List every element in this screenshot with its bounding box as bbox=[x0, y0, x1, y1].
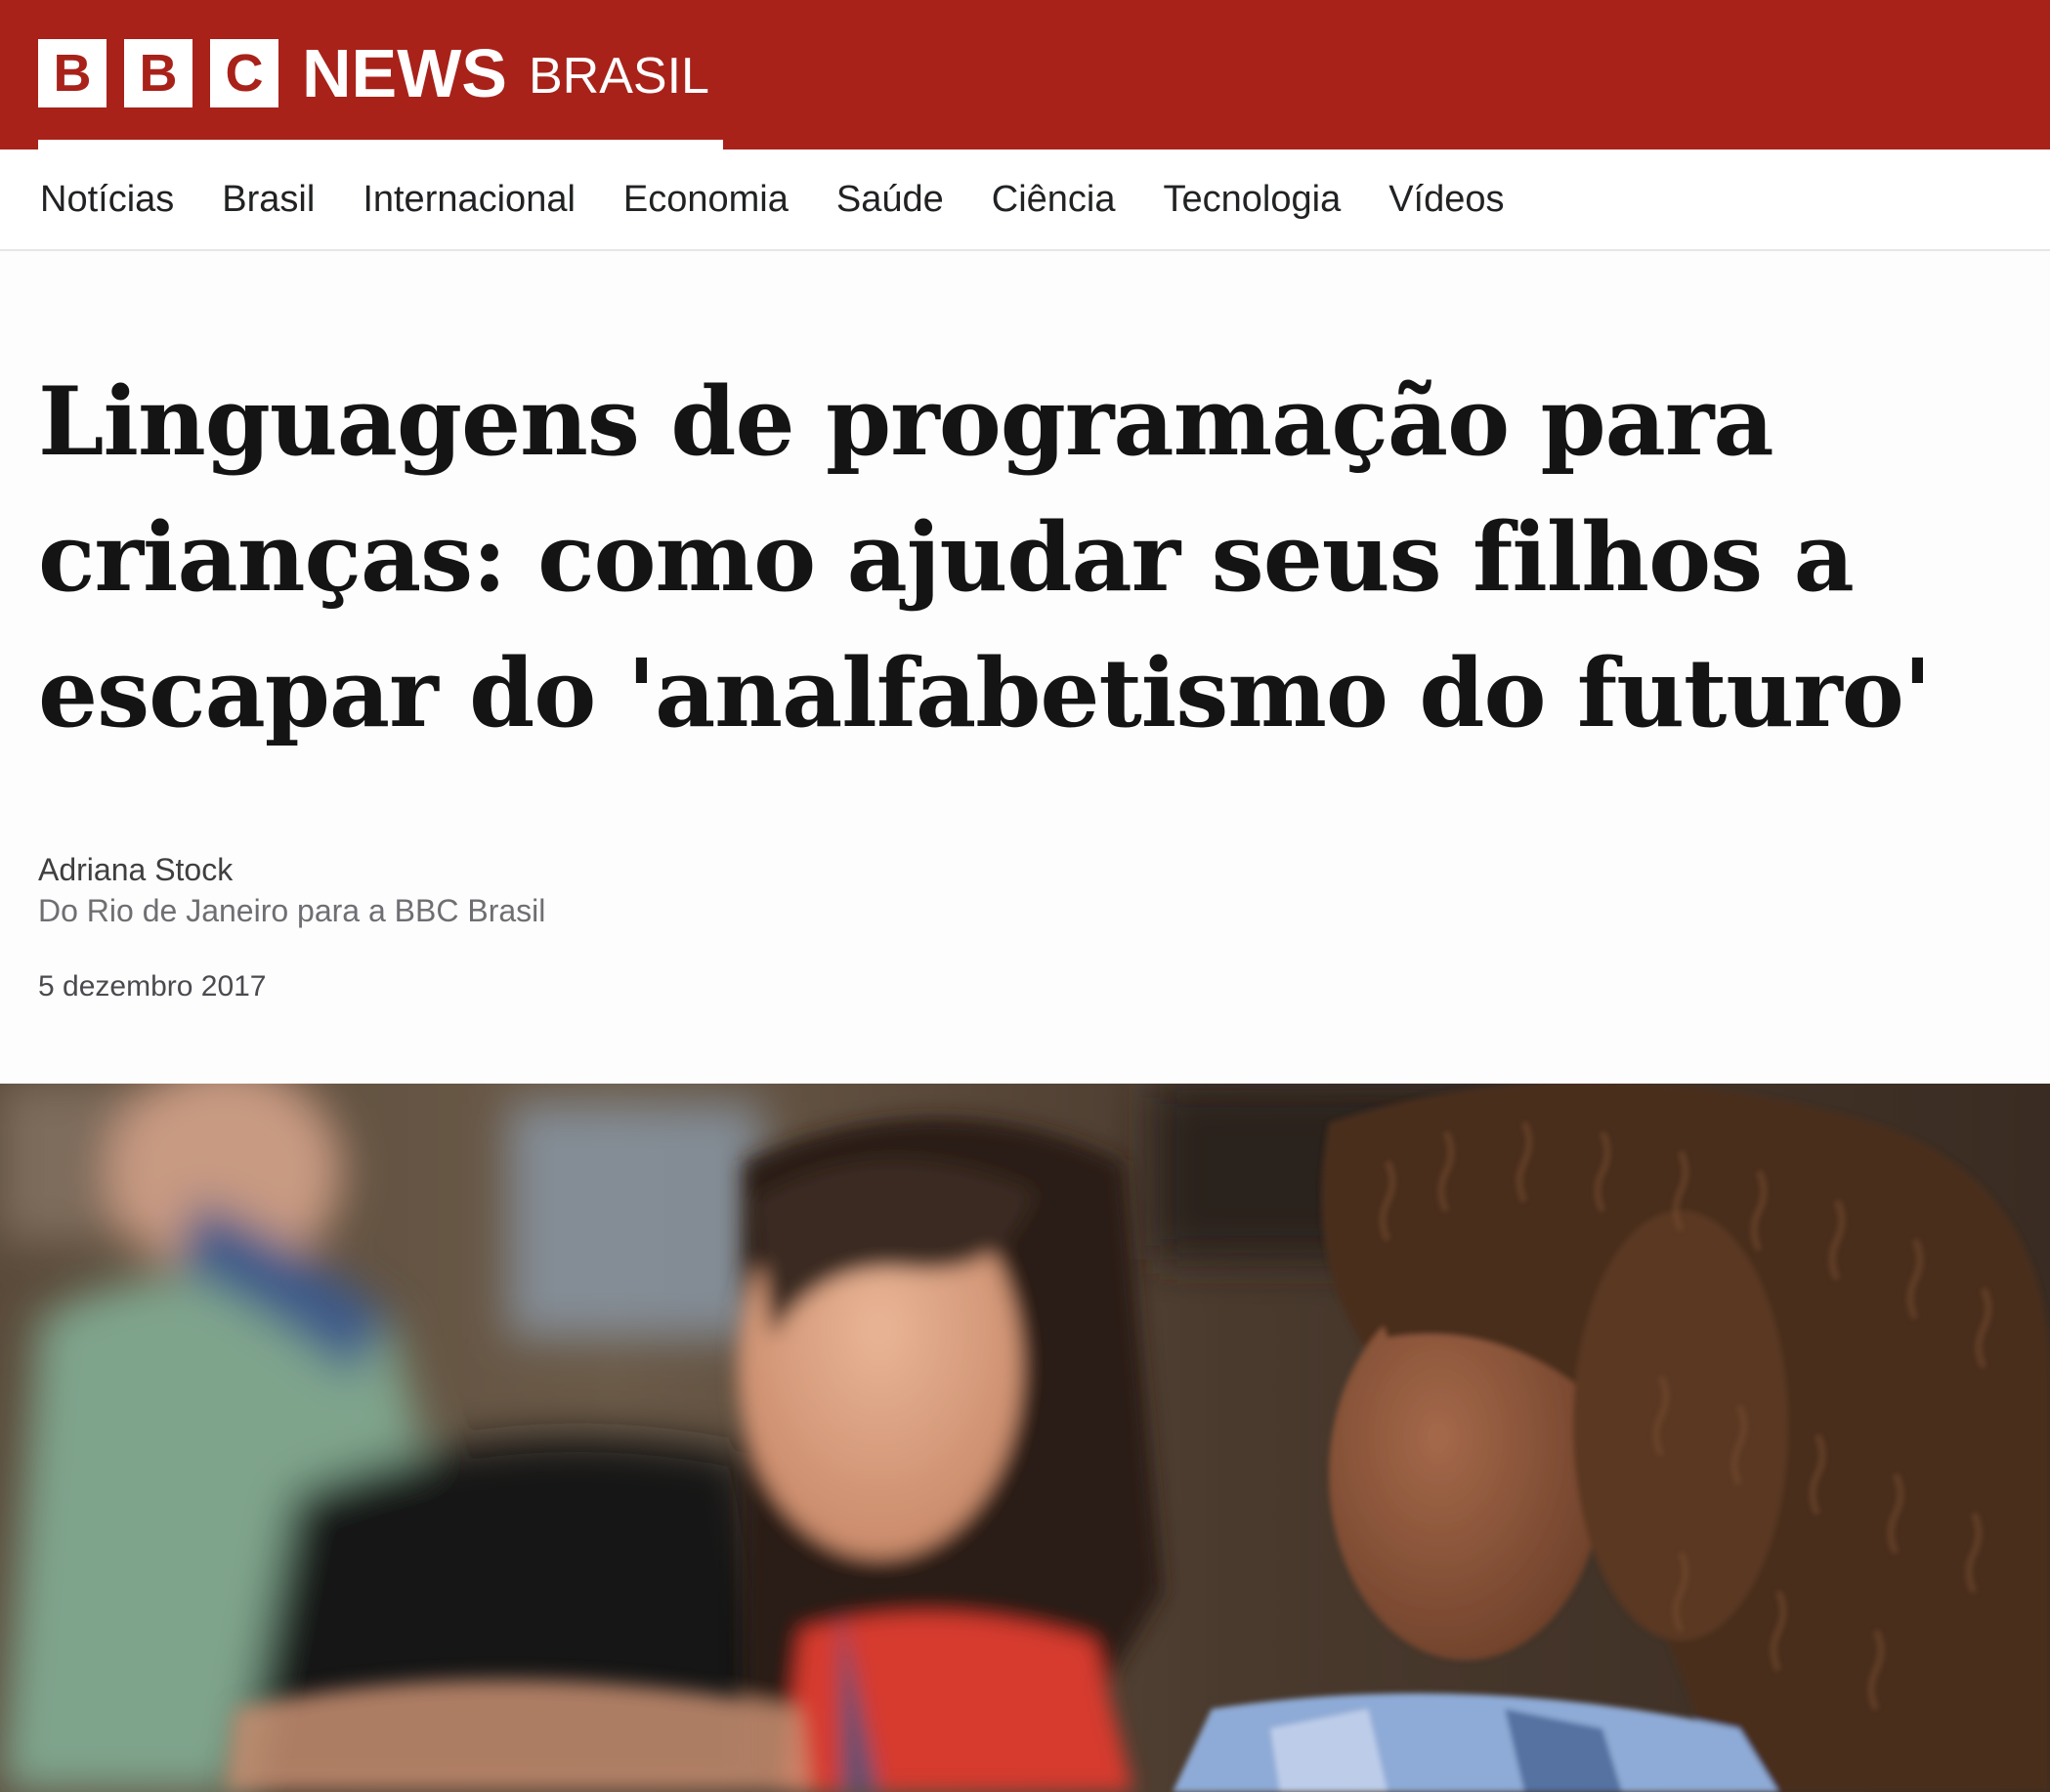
nav-list: Notícias Brasil Internacional Economia S… bbox=[40, 179, 1553, 221]
nav-item-brasil[interactable]: Brasil bbox=[222, 179, 315, 221]
site-header: B B C NEWS BRASIL bbox=[0, 0, 2050, 149]
hero-image bbox=[0, 1084, 2050, 1792]
nav-item-tecnologia[interactable]: Tecnologia bbox=[1164, 179, 1342, 221]
logo-news-text: NEWS bbox=[302, 34, 507, 111]
nav-item-ciencia[interactable]: Ciência bbox=[992, 179, 1116, 221]
nav-item-economia[interactable]: Economia bbox=[623, 179, 789, 221]
article-headline: Linguagens de programação para crianças:… bbox=[38, 366, 1932, 748]
nav-item-videos[interactable]: Vídeos bbox=[1388, 179, 1504, 221]
nav-item-internacional[interactable]: Internacional bbox=[363, 179, 576, 221]
publish-date: 5 dezembro 2017 bbox=[38, 970, 267, 1003]
nav-item-noticias[interactable]: Notícias bbox=[40, 179, 174, 221]
logo-underline bbox=[38, 140, 723, 149]
bbc-news-brasil-logo[interactable]: B B C NEWS BRASIL bbox=[38, 35, 709, 111]
author-name: Adriana Stock bbox=[38, 852, 234, 887]
logo-letter-b2: B bbox=[124, 38, 192, 107]
nav-item-saude[interactable]: Saúde bbox=[836, 179, 944, 221]
logo-letter-b1: B bbox=[38, 38, 107, 107]
logo-letter-c: C bbox=[210, 38, 278, 107]
logo-edition-text: BRASIL bbox=[529, 47, 709, 105]
main-navigation: Notícias Brasil Internacional Economia S… bbox=[0, 149, 2050, 251]
photo-children-at-computers-icon bbox=[0, 1084, 2050, 1792]
byline: Adriana Stock Do Rio de Janeiro para a B… bbox=[38, 850, 545, 932]
author-role: Do Rio de Janeiro para a BBC Brasil bbox=[38, 893, 546, 928]
